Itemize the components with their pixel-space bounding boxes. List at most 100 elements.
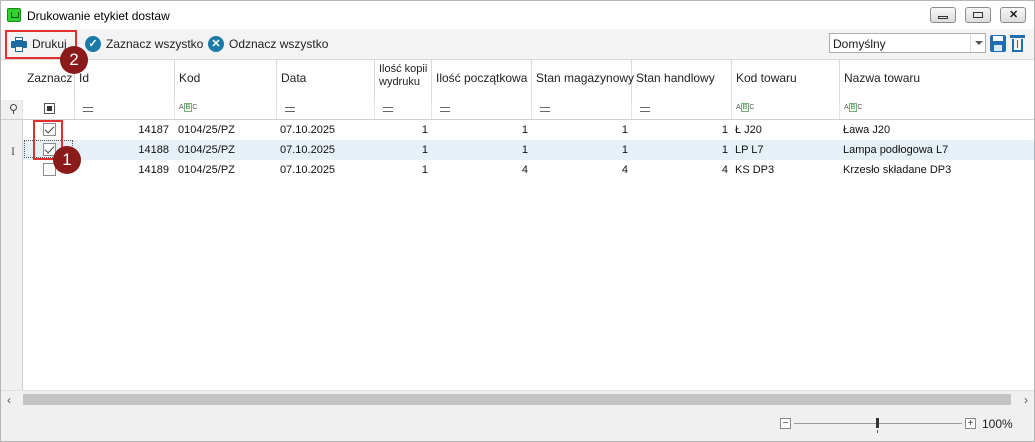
cell-handlowy: 1 [721, 144, 728, 156]
filter-pin-cell[interactable] [1, 100, 23, 119]
scrollbar-thumb[interactable] [23, 394, 1011, 405]
zoom-slider-thumb[interactable] [876, 418, 879, 428]
column-header-ilosc-kopii-line2: wydruku [379, 76, 420, 88]
status-bar: − + 100% [1, 408, 1034, 441]
scroll-left-icon[interactable]: ‹ [7, 393, 11, 407]
cell-magazynowy: 1 [621, 124, 628, 136]
equals-icon [285, 107, 295, 112]
filter-kod-towaru[interactable]: ABC [732, 100, 840, 119]
filter-id[interactable] [75, 100, 175, 119]
column-header-ilosc-kopii-line1: Ilość kopii [379, 63, 428, 75]
minimize-button[interactable] [930, 7, 956, 23]
cell-nazwa: Krzesło składane DP3 [843, 164, 952, 176]
cell-kod-towaru: KS DP3 [735, 164, 775, 176]
select-all-checkbox[interactable] [44, 103, 55, 114]
equals-icon [540, 107, 550, 112]
profile-select-value: Domyślny [833, 37, 886, 51]
cell-kod: 0104/25/PZ [178, 164, 235, 176]
cell-id: 14188 [138, 144, 169, 156]
column-header-kod[interactable]: Kod [175, 60, 277, 100]
equals-icon [640, 107, 650, 112]
maximize-button[interactable] [965, 7, 991, 23]
print-delivery-labels-window: Drukowanie etykiet dostaw ✕ Drukuj ✓ Zaz… [0, 0, 1035, 442]
cell-data: 07.10.2025 [280, 144, 336, 156]
step-badge-2: 2 [60, 46, 88, 74]
filter-data[interactable] [277, 100, 375, 119]
cell-nazwa: Ława J20 [843, 124, 891, 136]
cell-kopie: 1 [421, 164, 428, 176]
cell-handlowy: 1 [721, 124, 728, 136]
column-header-nazwa-towaru[interactable]: Nazwa towaru [840, 60, 1034, 100]
text-filter-icon: ABC [736, 103, 755, 112]
pin-icon [10, 104, 17, 114]
profile-select[interactable]: Domyślny [829, 33, 986, 53]
cell-id: 14189 [138, 164, 169, 176]
select-all-button[interactable]: ✓ Zaznacz wszystko [85, 33, 203, 55]
cell-kopie: 1 [421, 144, 428, 156]
equals-icon [83, 107, 93, 112]
filter-ilosc-kopii[interactable] [375, 100, 432, 119]
table-row[interactable]: 14189 0104/25/PZ 07.10.2025 1 4 4 4 KS D… [23, 160, 1034, 180]
zoom-out-button[interactable]: − [780, 418, 791, 429]
data-grid: Zaznacz Id Kod Data Ilość kopii wydruku … [1, 60, 1034, 390]
toolbar: Drukuj ✓ Zaznacz wszystko ✕ Odznacz wszy… [1, 29, 1034, 60]
cell-kod-towaru: Ł J20 [735, 124, 762, 136]
filter-kod[interactable]: ABC [175, 100, 277, 119]
step-badge-1: 1 [53, 146, 81, 174]
deselect-all-button[interactable]: ✕ Odznacz wszystko [208, 33, 328, 55]
save-icon[interactable] [990, 35, 1006, 52]
select-all-label: Zaznacz wszystko [106, 37, 204, 51]
table-row-selected[interactable]: 14188 0104/25/PZ 07.10.2025 1 1 1 1 LP L… [23, 140, 1034, 160]
cell-data: 07.10.2025 [280, 164, 336, 176]
equals-icon [440, 107, 450, 112]
title-bar: Drukowanie etykiet dostaw ✕ [1, 1, 1034, 29]
text-filter-icon: ABC [179, 103, 198, 112]
close-icon: ✕ [1009, 9, 1019, 21]
zoom-level: 100% [982, 417, 1013, 431]
checkmark-circle-icon: ✓ [85, 36, 101, 52]
deselect-all-label: Odznacz wszystko [229, 37, 329, 51]
text-cursor-icon: I [11, 144, 15, 158]
chevron-down-icon[interactable] [970, 34, 985, 52]
text-filter-icon: ABC [844, 103, 863, 112]
maximize-icon [973, 12, 983, 18]
scroll-right-icon[interactable]: › [1024, 393, 1028, 407]
cell-nazwa: Lampa podłogowa L7 [843, 144, 949, 156]
horizontal-scrollbar[interactable]: ‹ › [1, 390, 1034, 408]
cell-data: 07.10.2025 [280, 124, 336, 136]
column-header-kod-towaru[interactable]: Kod towaru [732, 60, 840, 100]
filter-nazwa-towaru[interactable]: ABC [840, 100, 1034, 119]
equals-icon [383, 107, 393, 112]
zoom-in-button[interactable]: + [965, 418, 976, 429]
window-title: Drukowanie etykiet dostaw [27, 9, 170, 23]
minimize-icon [938, 16, 948, 19]
column-header-stan-magazynowy[interactable]: Stan magazynowy [532, 60, 634, 100]
trash-icon[interactable] [1010, 34, 1025, 52]
filter-stan-handlowy[interactable] [632, 100, 732, 119]
column-header-ilosc-kopii[interactable]: Ilość kopii wydruku [375, 60, 432, 100]
filter-stan-magazynowy[interactable] [532, 100, 632, 119]
cell-magazynowy: 1 [621, 144, 628, 156]
app-icon [7, 8, 21, 22]
grid-header: Zaznacz Id Kod Data Ilość kopii wydruku … [1, 60, 1034, 101]
x-circle-icon: ✕ [208, 36, 224, 52]
filter-row: ABC ABC ABC [1, 100, 1034, 120]
cell-kod: 0104/25/PZ [178, 124, 235, 136]
cell-kopie: 1 [421, 124, 428, 136]
cell-kod: 0104/25/PZ [178, 144, 235, 156]
table-row[interactable]: 14187 0104/25/PZ 07.10.2025 1 1 1 1 Ł J2… [23, 120, 1034, 140]
close-button[interactable]: ✕ [1000, 7, 1026, 23]
cell-magazynowy: 4 [621, 164, 628, 176]
cell-handlowy: 4 [721, 164, 728, 176]
zoom-slider-tick [877, 430, 878, 433]
column-header-data[interactable]: Data [277, 60, 375, 100]
cell-poczatkowa: 4 [521, 164, 528, 176]
column-header-ilosc-poczatkowa[interactable]: Ilość początkowa [432, 60, 532, 100]
cell-kod-towaru: LP L7 [735, 144, 764, 156]
cell-poczatkowa: 1 [521, 124, 528, 136]
column-header-stan-handlowy[interactable]: Stan handlowy [632, 60, 732, 100]
column-header-id[interactable]: Id [75, 60, 175, 100]
cell-id: 14187 [138, 124, 169, 136]
cell-poczatkowa: 1 [521, 144, 528, 156]
filter-ilosc-poczatkowa[interactable] [432, 100, 532, 119]
